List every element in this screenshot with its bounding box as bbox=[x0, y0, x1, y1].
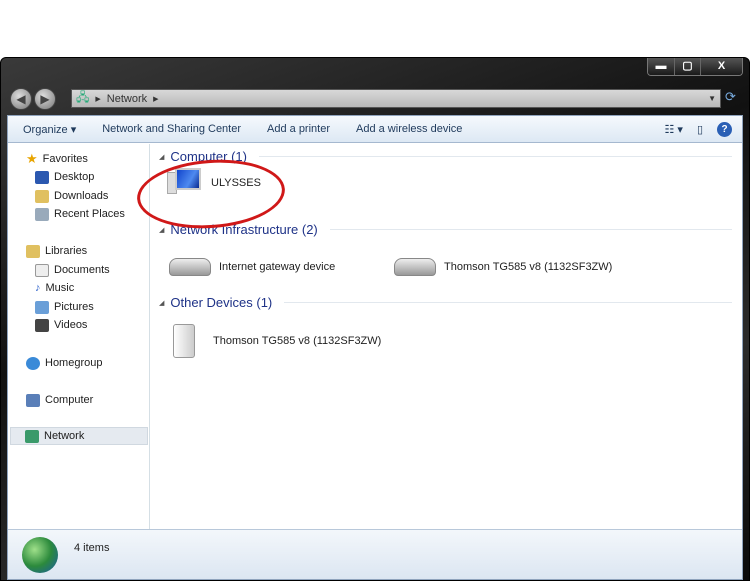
maximize-button[interactable]: ▢ bbox=[674, 58, 700, 75]
router-icon bbox=[169, 258, 211, 276]
breadcrumb-network[interactable]: Network bbox=[107, 93, 147, 105]
collapse-icon[interactable]: ◢ bbox=[159, 226, 164, 234]
add-printer-button[interactable]: Add a printer bbox=[267, 123, 330, 135]
network-icon: 🖧 bbox=[76, 90, 90, 104]
status-bar: 4 items bbox=[8, 529, 742, 579]
address-bar[interactable]: 🖧 ▶ Network ▶ ▼ bbox=[71, 89, 721, 108]
music-icon: ♪ bbox=[35, 282, 41, 294]
sidebar-item-homegroup[interactable]: Homegroup bbox=[26, 354, 102, 372]
libraries-icon bbox=[26, 244, 40, 258]
router-icon bbox=[394, 258, 436, 276]
sidebar-item-pictures[interactable]: Pictures bbox=[35, 298, 94, 316]
close-button[interactable]: X bbox=[700, 58, 742, 75]
address-dropdown-icon[interactable]: ▼ bbox=[708, 94, 716, 103]
sidebar-item-music[interactable]: ♪ Music bbox=[35, 279, 74, 297]
device-tower-icon bbox=[173, 324, 195, 358]
preview-pane-icon[interactable]: ▯ bbox=[697, 123, 703, 136]
sidebar-item-recent-places[interactable]: Recent Places bbox=[35, 205, 125, 223]
organize-button[interactable]: Organize ▾ bbox=[23, 123, 76, 136]
breadcrumb-chevron-icon[interactable]: ▶ bbox=[153, 95, 158, 103]
videos-icon bbox=[35, 318, 49, 332]
forward-button[interactable]: ▶ bbox=[34, 88, 56, 110]
sidebar-item-libraries[interactable]: Libraries bbox=[26, 242, 87, 260]
sidebar-item-network[interactable]: Network bbox=[10, 427, 148, 445]
change-view-icon[interactable]: ☷ ▾ bbox=[664, 123, 682, 136]
group-network-infrastructure[interactable]: ◢ Network Infrastructure (2) bbox=[159, 222, 732, 237]
command-bar: Organize ▾ Network and Sharing Center Ad… bbox=[8, 116, 742, 143]
network-icon bbox=[25, 429, 39, 443]
add-wireless-device-button[interactable]: Add a wireless device bbox=[356, 123, 462, 135]
navigation-pane: ★ Favorites Desktop Downloads Recent Plac… bbox=[8, 144, 150, 529]
recent-places-icon bbox=[35, 207, 49, 221]
sidebar-item-computer[interactable]: Computer bbox=[26, 391, 93, 409]
refresh-icon[interactable]: ⟳ bbox=[725, 89, 736, 105]
pictures-icon bbox=[35, 300, 49, 314]
sidebar-item-desktop[interactable]: Desktop bbox=[35, 168, 94, 186]
star-icon: ★ bbox=[26, 151, 38, 166]
documents-icon bbox=[35, 263, 49, 277]
device-internet-gateway[interactable]: Internet gateway device bbox=[169, 258, 335, 276]
homegroup-icon bbox=[26, 356, 40, 370]
explorer-window: ▬ ▢ X ◀ ▶ 🖧 ▶ Network ▶ ▼ ⟳ Organize ▾ N… bbox=[0, 57, 750, 581]
help-icon[interactable]: ? bbox=[717, 121, 732, 137]
computer-icon bbox=[26, 393, 40, 407]
caption-buttons: ▬ ▢ X bbox=[647, 58, 743, 76]
sidebar-item-videos[interactable]: Videos bbox=[35, 316, 87, 334]
desktop-icon bbox=[35, 170, 49, 184]
network-sharing-center-button[interactable]: Network and Sharing Center bbox=[102, 123, 241, 135]
breadcrumb-separator-icon: ▶ bbox=[95, 95, 101, 103]
downloads-icon bbox=[35, 189, 49, 203]
back-button[interactable]: ◀ bbox=[10, 88, 32, 110]
device-thomson-router[interactable]: Thomson TG585 v8 (1132SF3ZW) bbox=[394, 258, 612, 276]
minimize-button[interactable]: ▬ bbox=[648, 58, 674, 75]
collapse-icon[interactable]: ◢ bbox=[159, 299, 164, 307]
device-thomson-other[interactable]: Thomson TG585 v8 (1132SF3ZW) bbox=[167, 324, 381, 358]
group-other-devices[interactable]: ◢ Other Devices (1) bbox=[159, 295, 732, 310]
sidebar-item-documents[interactable]: Documents bbox=[35, 261, 110, 279]
network-globe-icon bbox=[22, 536, 58, 573]
sidebar-item-downloads[interactable]: Downloads bbox=[35, 187, 108, 205]
collapse-icon[interactable]: ◢ bbox=[159, 153, 164, 161]
item-count: 4 items bbox=[74, 541, 110, 554]
sidebar-item-favorites[interactable]: ★ Favorites bbox=[26, 150, 88, 168]
